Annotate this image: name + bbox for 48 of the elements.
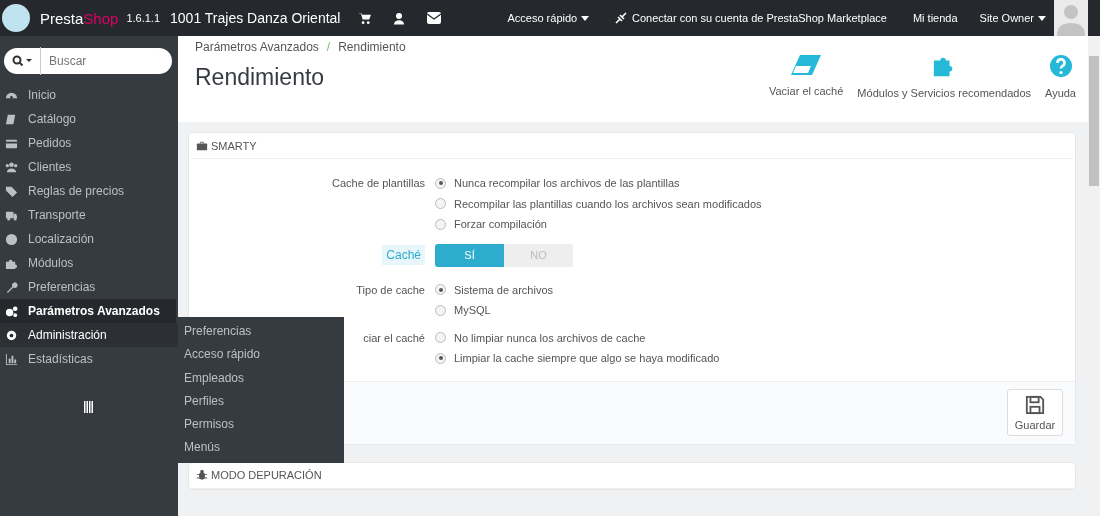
save-button[interactable]: Guardar <box>1007 389 1063 436</box>
field-label: Cache de plantillas <box>332 176 425 191</box>
panel-title: MODO DEPURACIÓN <box>211 469 322 481</box>
field-label: Tipo de cache <box>356 282 425 298</box>
brand-logo-text: PrestaShop <box>40 9 119 27</box>
my-shop-link[interactable]: Mi tienda <box>912 12 958 24</box>
toolbar-button[interactable]: Módulos y Servicios recomendados <box>857 54 1031 99</box>
sidebar-item[interactable]: Pedidos <box>0 131 178 155</box>
breadcrumb-item: Rendimiento <box>338 40 406 54</box>
sidebar-item[interactable]: Inicio <box>0 83 178 107</box>
submenu-item[interactable]: Perfiles <box>184 389 344 414</box>
submenu-item[interactable]: Menús <box>184 436 344 460</box>
radio-option[interactable]: Limpiar la cache siempre que algo se haya modificado <box>435 348 720 369</box>
sidebar-item[interactable]: Preferencias <box>0 275 178 299</box>
sidebar-item[interactable]: Transporte <box>0 203 178 227</box>
search-input[interactable]: Buscar <box>40 47 172 75</box>
sidebar-item[interactable]: Reglas de precios <box>0 179 178 203</box>
toolbar-button[interactable]: Ayuda <box>1045 54 1076 99</box>
page-title: Rendimiento <box>195 64 326 91</box>
user-menu[interactable]: Site Owner <box>979 12 1046 24</box>
submenu-item[interactable]: Preferencias <box>184 320 344 344</box>
breadcrumb-item[interactable]: Parámetros Avanzados <box>195 40 319 54</box>
submenu-item[interactable]: Permisos <box>184 413 344 437</box>
marketplace-link[interactable]: Conectar con su cuenta de PrestaShop Marketplace <box>631 12 887 24</box>
quick-access-dropdown[interactable]: Acceso rápido <box>507 12 590 24</box>
radio-option[interactable]: Sistema de archivos <box>435 279 554 300</box>
sidebar-item[interactable]: Localización <box>0 227 178 251</box>
radio-option[interactable]: Nunca recompilar los archivos de las plantillas <box>435 173 762 194</box>
sidebar-item[interactable]: Catálogo <box>0 107 178 131</box>
field-label: Caché <box>382 244 425 265</box>
search-field[interactable]: Buscar <box>4 48 172 74</box>
sidebar-item[interactable]: Parámetros Avanzados <box>0 299 176 323</box>
shop-name[interactable]: 1001 Trajes Danza Oriental <box>170 10 341 26</box>
panel-title: SMARTY <box>211 139 257 152</box>
submenu-item[interactable]: Acceso rápido <box>184 343 344 367</box>
radio-option[interactable]: Forzar compilación <box>435 214 762 235</box>
sidebar-item[interactable]: Administración <box>0 323 178 347</box>
version-label: 1.6.1.1 <box>126 12 161 24</box>
breadcrumb-separator: / <box>326 40 331 54</box>
radio-option[interactable]: Recompilar las plantillas cuando los archivos sean modificados <box>435 193 762 214</box>
sidebar-item[interactable]: Clientes <box>0 155 178 179</box>
sidebar-item[interactable]: Estadísticas <box>0 347 178 371</box>
submenu-item[interactable]: Empleados <box>184 366 344 390</box>
sidebar-item[interactable]: Módulos <box>0 251 178 275</box>
toolbar-button[interactable]: Vaciar el caché <box>768 54 844 97</box>
field-label: ciar el caché <box>363 330 425 346</box>
radio-option[interactable]: No limpiar nunca los archivos de cache <box>435 327 720 348</box>
radio-option[interactable]: MySQL <box>435 300 554 321</box>
